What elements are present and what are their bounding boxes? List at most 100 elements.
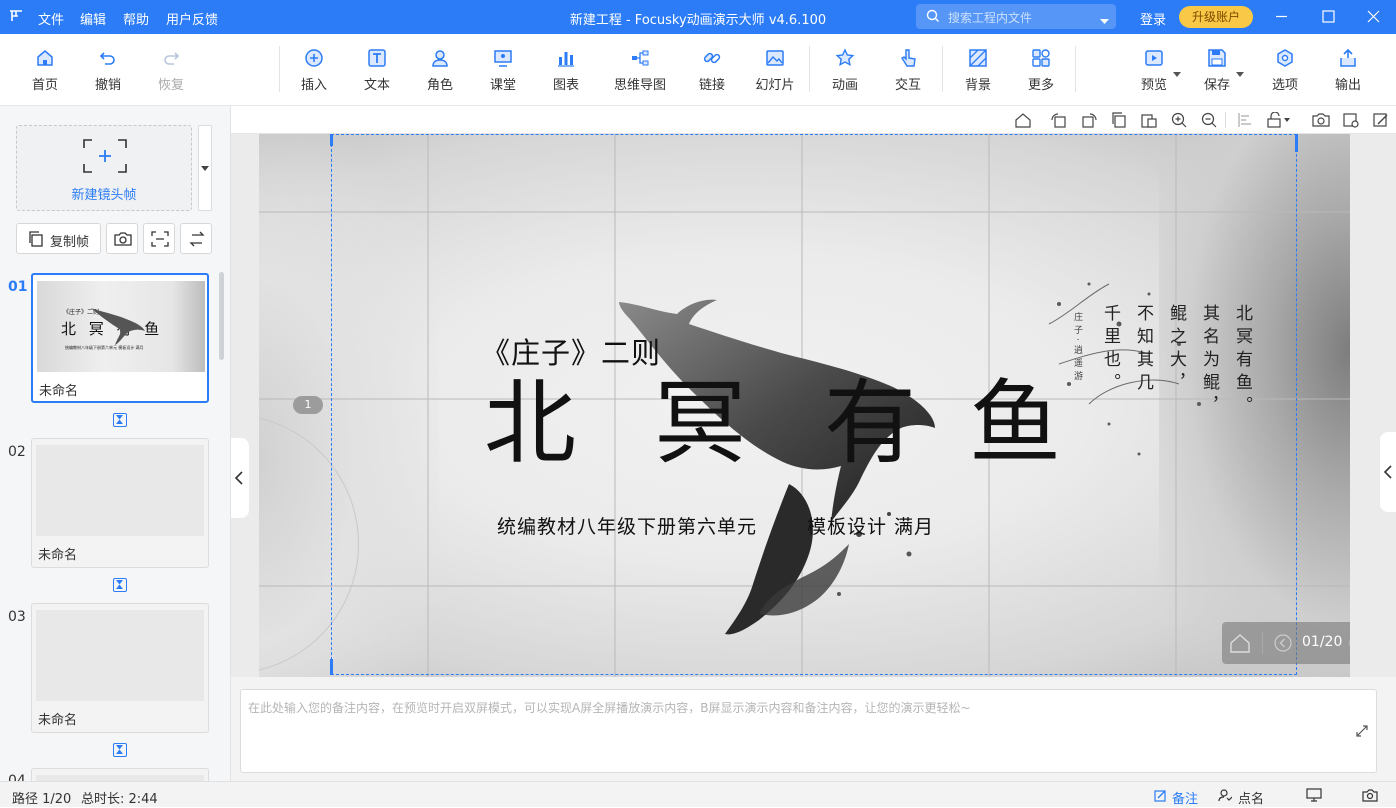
title-bar: 文件 编辑 帮助 用户反馈 新建工程 - Focusky动画演示大师 v4.6.… bbox=[0, 0, 1396, 34]
prev-slide-icon[interactable] bbox=[1273, 633, 1293, 653]
canvas-toolbar bbox=[231, 106, 1396, 134]
slide-big-char-3[interactable]: 有 bbox=[824, 374, 916, 474]
slide-big-char-1[interactable]: 北 bbox=[484, 374, 576, 474]
path-indicator: 路径 1/20 bbox=[12, 792, 72, 807]
align-icon[interactable] bbox=[1236, 112, 1254, 128]
snapshot-button[interactable] bbox=[106, 223, 138, 254]
slide-big-char-4[interactable]: 鱼 bbox=[969, 374, 1061, 474]
camera-icon[interactable] bbox=[1362, 788, 1378, 802]
transition-icon[interactable] bbox=[113, 578, 127, 592]
notes-input[interactable]: 在此处输入您的备注内容，在预览时开启双屏模式，可以实现A屏全屏播放演示内容，B屏… bbox=[240, 689, 1377, 773]
interact-label: 交互 bbox=[894, 78, 921, 93]
menu-file[interactable]: 文件 bbox=[38, 9, 64, 28]
gear-icon bbox=[1277, 49, 1293, 67]
classroom-button[interactable]: 课堂 bbox=[475, 46, 531, 96]
new-frame-button[interactable]: 新建镜头帧 bbox=[16, 125, 192, 211]
vertical-poem[interactable]: 北冥有鱼。 其名为鲲， 鲲之大， 不知其几 千里也。 bbox=[1098, 304, 1255, 434]
frame-number: 03 bbox=[8, 609, 26, 625]
preview-dropdown-icon[interactable] bbox=[1173, 66, 1181, 81]
link-button[interactable]: 链接 bbox=[684, 46, 740, 96]
copy-icon[interactable] bbox=[1110, 112, 1128, 128]
chart-button[interactable]: 图表 bbox=[538, 46, 594, 96]
background-button[interactable]: 背景 bbox=[950, 46, 1006, 96]
frame-thumbnail-1[interactable]: 《庄子》二则 北 冥 有 鱼 统编教材八年级下册第六单元 模板设计 满月 未命名 bbox=[31, 273, 209, 403]
frame-thumbnail-2[interactable]: 未命名 bbox=[31, 438, 209, 568]
frame-marker-badge[interactable]: 1 bbox=[293, 396, 323, 414]
frame-number: 02 bbox=[8, 444, 26, 460]
chevron-down-icon[interactable] bbox=[1100, 14, 1109, 29]
thumb-subtitle: 统编教材八年级下册第六单元 模板设计 满月 bbox=[65, 345, 144, 350]
frame-number: 04 bbox=[8, 774, 26, 781]
expand-icon[interactable] bbox=[1355, 724, 1369, 738]
frame-thumbnail-4[interactable] bbox=[31, 768, 209, 782]
undo-button[interactable]: 撤销 bbox=[80, 46, 136, 96]
resize-handle[interactable] bbox=[1295, 134, 1298, 152]
edit-icon[interactable] bbox=[1372, 112, 1390, 128]
new-frame-dropdown[interactable] bbox=[198, 125, 212, 211]
insert-button[interactable]: 插入 bbox=[286, 46, 342, 96]
notes-toggle[interactable]: 备注 bbox=[1154, 782, 1202, 808]
minimize-button[interactable] bbox=[1258, 0, 1304, 34]
options-button[interactable]: 选项 bbox=[1257, 46, 1313, 96]
transition-icon[interactable] bbox=[113, 743, 127, 757]
role-button[interactable]: 角色 bbox=[412, 46, 468, 96]
slide-small-title[interactable]: 《庄子》二则 bbox=[481, 330, 661, 372]
interact-button[interactable]: 交互 bbox=[880, 46, 936, 96]
mindmap-label: 思维导图 bbox=[613, 78, 666, 93]
zoom-out-icon[interactable] bbox=[1200, 112, 1218, 128]
resize-handle[interactable] bbox=[330, 134, 333, 146]
copy-frame-button[interactable]: 复制帧 bbox=[16, 223, 101, 254]
save-dropdown-icon[interactable] bbox=[1236, 66, 1244, 81]
play-icon bbox=[1145, 50, 1163, 66]
collapse-left-panel-button[interactable] bbox=[231, 438, 249, 518]
lock-icon[interactable] bbox=[1266, 112, 1292, 128]
export-button[interactable]: 输出 bbox=[1320, 46, 1376, 96]
redo-icon bbox=[164, 52, 180, 65]
slide-design-credit[interactable]: 模板设计 满月 bbox=[807, 512, 934, 539]
paste-icon[interactable] bbox=[1140, 112, 1158, 128]
frame-name: 未命名 bbox=[38, 548, 78, 563]
reorder-button[interactable] bbox=[180, 223, 212, 254]
undo-label: 撤销 bbox=[94, 78, 121, 93]
slide-big-char-2[interactable]: 冥 bbox=[654, 374, 746, 474]
camera-icon[interactable] bbox=[1312, 112, 1330, 128]
more-button[interactable]: 更多 bbox=[1013, 46, 1069, 96]
rollcall-button[interactable]: 点名 bbox=[1218, 782, 1268, 808]
next-slide-icon[interactable] bbox=[1348, 633, 1350, 653]
scan-frame-button[interactable] bbox=[143, 223, 175, 254]
slide-side-caption[interactable]: 庄子·逍遥游 bbox=[1071, 312, 1084, 384]
export-label: 输出 bbox=[1334, 78, 1361, 93]
panel-scrollbar[interactable] bbox=[219, 272, 224, 360]
zoom-in-icon[interactable] bbox=[1170, 112, 1188, 128]
close-button[interactable] bbox=[1350, 0, 1396, 34]
rotate-left-icon[interactable] bbox=[1050, 112, 1068, 128]
settings-icon[interactable] bbox=[1342, 112, 1360, 128]
classroom-label: 课堂 bbox=[489, 78, 516, 93]
slideshow-button[interactable]: 幻灯片 bbox=[747, 46, 803, 96]
expand-right-panel-button[interactable] bbox=[1380, 432, 1396, 512]
screen-icon[interactable] bbox=[1306, 788, 1322, 802]
toolbar-divider bbox=[279, 46, 280, 92]
redo-button[interactable]: 恢复 bbox=[143, 46, 199, 96]
upgrade-button[interactable]: 升级账户 bbox=[1179, 6, 1253, 28]
maximize-button[interactable] bbox=[1305, 0, 1351, 34]
resize-handle[interactable] bbox=[330, 659, 333, 675]
rotate-right-icon[interactable] bbox=[1080, 112, 1098, 128]
transition-icon[interactable] bbox=[113, 413, 127, 427]
animation-button[interactable]: 动画 bbox=[817, 46, 873, 96]
home-view-icon[interactable] bbox=[1014, 112, 1032, 128]
frame-thumbnail-3[interactable]: 未命名 bbox=[31, 603, 209, 733]
menu-edit[interactable]: 编辑 bbox=[80, 9, 106, 28]
frame-number: 01 bbox=[8, 279, 28, 295]
menu-help[interactable]: 帮助 bbox=[123, 9, 149, 28]
home-icon[interactable] bbox=[1229, 633, 1251, 653]
login-link[interactable]: 登录 bbox=[1140, 9, 1166, 28]
text-button[interactable]: 文本 bbox=[349, 46, 405, 96]
home-button[interactable]: 首页 bbox=[17, 46, 73, 96]
search-input[interactable]: 搜索工程内文件 bbox=[916, 4, 1116, 29]
note-edit-icon bbox=[1154, 790, 1166, 802]
slide-canvas[interactable]: 1 《庄子》二则 北 冥 有 鱼 统编教材八年级下册第六单元 模板设计 满月 北… bbox=[259, 134, 1350, 677]
slide-subtitle[interactable]: 统编教材八年级下册第六单元 bbox=[497, 512, 757, 539]
mindmap-button[interactable]: 思维导图 bbox=[609, 46, 671, 96]
menu-feedback[interactable]: 用户反馈 bbox=[166, 9, 218, 28]
